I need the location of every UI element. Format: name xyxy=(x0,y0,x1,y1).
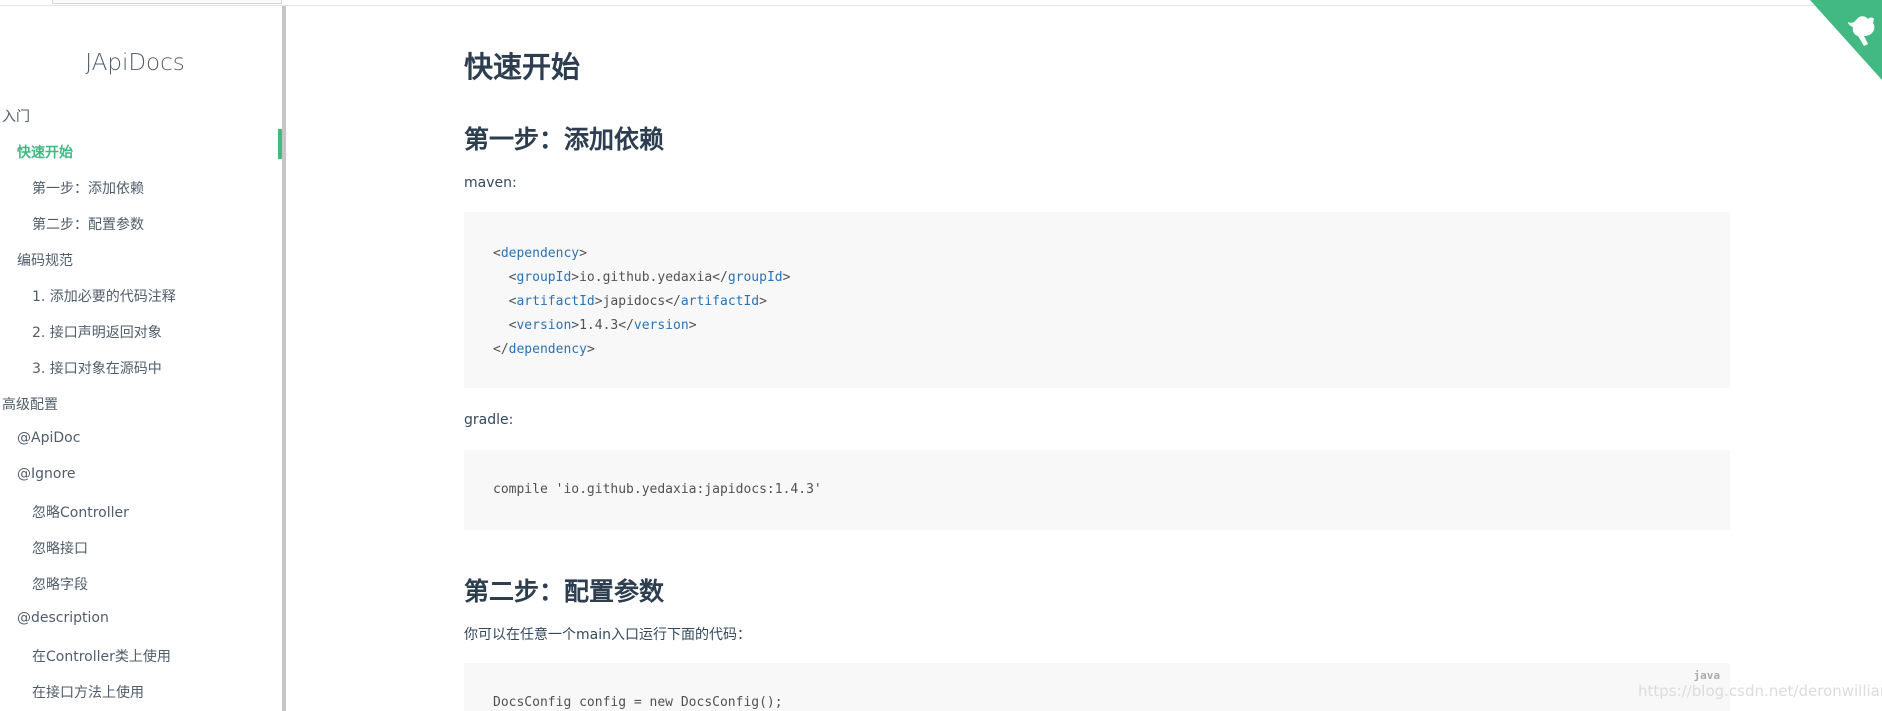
sidebar-item-quick-start[interactable]: 快速开始 xyxy=(17,142,73,162)
code-punct: > xyxy=(586,342,595,357)
gradle-label: gradle: xyxy=(464,412,514,428)
maven-code-block: <dependency> <groupId>io.github.yedaxia<… xyxy=(464,212,1730,388)
sidebar-item-apidoc[interactable]: @ApiDoc xyxy=(17,430,80,446)
sidebar-item-use-on-method[interactable]: 在接口方法上使用 xyxy=(32,682,144,702)
github-corner-icon[interactable] xyxy=(1810,0,1882,80)
code-line: </dependency> xyxy=(493,342,595,357)
sidebar-item-add-comments[interactable]: 1. 添加必要的代码注释 xyxy=(32,286,176,306)
code-text: >1.4.3</ xyxy=(571,318,634,333)
step2-text: 你可以在任意一个main入口运行下面的代码： xyxy=(464,627,751,643)
code-punct: > xyxy=(579,246,587,261)
gradle-code-block: compile 'io.github.yedaxia:japidocs:1.4.… xyxy=(464,450,1730,530)
sidebar: JApiDocs 入门 快速开始 第一步：添加依赖 第二步：配置参数 编码规范 … xyxy=(0,6,282,711)
code-tag: artifactId xyxy=(516,294,595,309)
sidebar-item-ignore-interface[interactable]: 忽略接口 xyxy=(32,538,88,558)
code-punct: > xyxy=(759,294,767,309)
sidebar-scrollbar[interactable] xyxy=(282,6,286,711)
sidebar-item-intro[interactable]: 入门 xyxy=(2,106,30,126)
main-content: 快速开始 第一步：添加依赖 maven: <dependency> <group… xyxy=(464,0,1730,711)
code-punct: > xyxy=(688,318,697,333)
app-name[interactable]: JApiDocs xyxy=(0,50,270,76)
top-tab[interactable] xyxy=(52,0,282,4)
code-tag: version xyxy=(516,318,572,333)
code-punct: < xyxy=(493,246,501,261)
sidebar-item-ignore-controller[interactable]: 忽略Controller xyxy=(32,502,129,522)
sidebar-item-ignore-field[interactable]: 忽略字段 xyxy=(32,574,88,594)
sidebar-item-coding-standards[interactable]: 编码规范 xyxy=(17,250,73,270)
java-code-line: DocsConfig config = new DocsConfig(); xyxy=(493,695,783,710)
code-line: <dependency> xyxy=(493,246,587,261)
maven-label: maven: xyxy=(464,175,517,191)
code-tag: artifactId xyxy=(680,294,760,309)
sidebar-item-use-on-controller[interactable]: 在Controller类上使用 xyxy=(32,646,171,666)
code-punct: </ xyxy=(493,342,509,357)
sidebar-item-return-object[interactable]: 2. 接口声明返回对象 xyxy=(32,322,162,342)
code-line: <version>1.4.3</version> xyxy=(493,318,697,333)
page-title: 快速开始 xyxy=(464,50,581,84)
code-tag: dependency xyxy=(500,246,580,261)
sidebar-item-ignore[interactable]: @Ignore xyxy=(17,466,76,482)
code-punct: < xyxy=(493,270,517,285)
gradle-code-line: compile 'io.github.yedaxia:japidocs:1.4.… xyxy=(493,482,822,497)
code-punct: < xyxy=(493,294,517,309)
sidebar-item-object-in-source[interactable]: 3. 接口对象在源码中 xyxy=(32,358,162,378)
code-tag: dependency xyxy=(508,342,587,357)
code-line: <groupId>io.github.yedaxia</groupId> xyxy=(493,270,791,285)
step1-heading: 第一步：添加依赖 xyxy=(464,125,665,154)
java-code-block: java DocsConfig config = new DocsConfig(… xyxy=(464,663,1730,711)
step2-heading: 第二步：配置参数 xyxy=(464,577,665,606)
sidebar-item-step2[interactable]: 第二步：配置参数 xyxy=(32,214,144,234)
code-tag: groupId xyxy=(727,270,783,285)
code-language-label: java xyxy=(1693,669,1721,682)
watermark: https://blog.csdn.net/deronwilliam xyxy=(1638,682,1882,700)
code-text: >io.github.yedaxia</ xyxy=(571,270,728,285)
code-line: <artifactId>japidocs</artifactId> xyxy=(493,294,767,309)
code-punct: < xyxy=(493,318,517,333)
sidebar-item-step1[interactable]: 第一步：添加依赖 xyxy=(32,178,144,198)
code-punct: > xyxy=(782,270,791,285)
code-tag: version xyxy=(633,318,689,333)
sidebar-item-advanced-config[interactable]: 高级配置 xyxy=(2,394,58,414)
sidebar-item-description[interactable]: @description xyxy=(17,610,109,626)
code-text: >japidocs</ xyxy=(594,294,681,309)
code-tag: groupId xyxy=(516,270,572,285)
github-corner-triangle xyxy=(1810,0,1882,80)
